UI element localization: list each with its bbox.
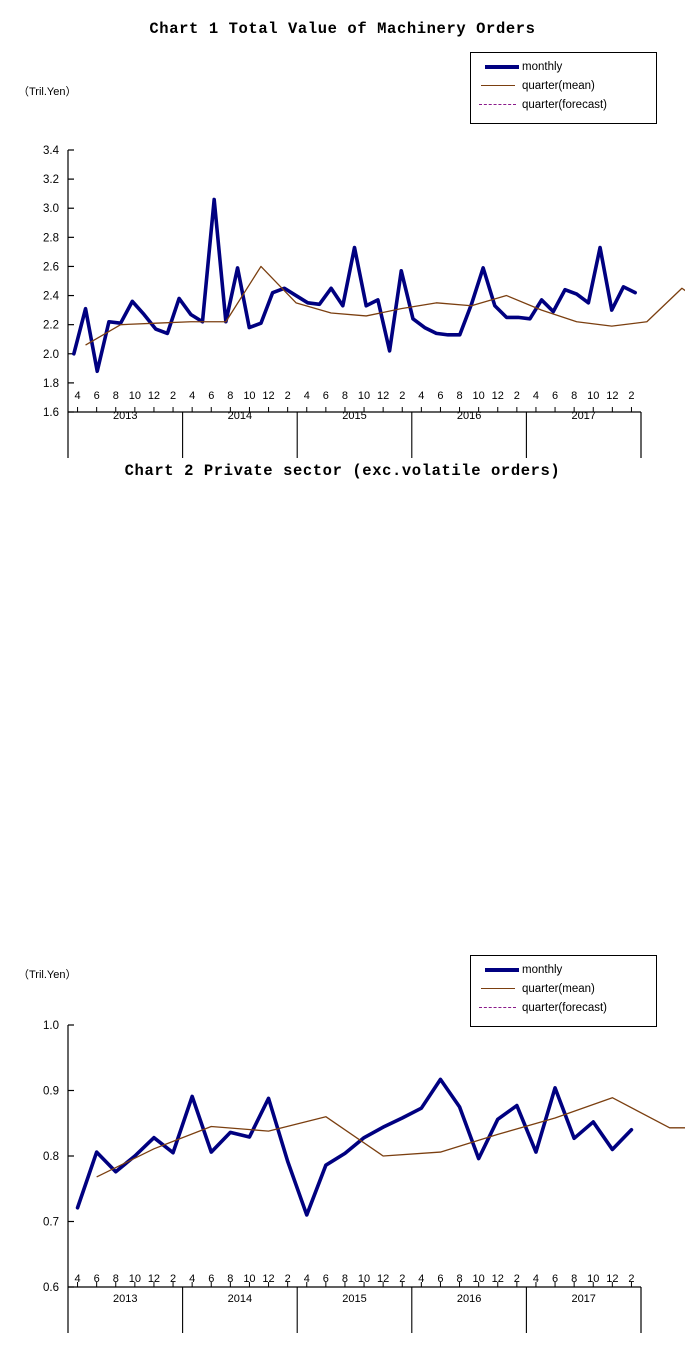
legend-label-monthly: monthly (522, 963, 563, 976)
legend-label-quarter-forecast: quarter(forecast) (522, 98, 608, 111)
y-tick-label: 2.8 (43, 232, 59, 244)
quarter-mean-series-line (96, 1097, 685, 1178)
y-tick-label: 1.0 (43, 1020, 59, 1032)
y-tick-label: 0.9 (43, 1086, 59, 1098)
chart-2-block: Chart 2 Private sector (exc.volatile ord… (0, 450, 685, 1333)
legend-item-monthly: monthly (477, 960, 648, 979)
monthly-series-line (72, 197, 637, 374)
chart-1-title: Chart 1 Total Value of Machinery Orders (149, 20, 536, 38)
monthly-line-swatch-icon (477, 964, 519, 976)
legend-item-quarter-mean: quarter(mean) (477, 979, 648, 998)
y-tick-label: 2.6 (43, 261, 59, 273)
quarter-mean-line-swatch-icon (477, 80, 519, 92)
y-tick-label: 1.6 (43, 407, 59, 419)
legend-label-monthly: monthly (522, 60, 563, 73)
quarter-forecast-line-swatch-icon (477, 99, 519, 111)
y-tick-label: 3.4 (43, 145, 60, 157)
y-tick-label: 0.7 (43, 1217, 59, 1229)
chart-1-y-unit: （Tril.Yen） (18, 86, 77, 98)
legend-item-monthly: monthly (477, 57, 648, 76)
legend-label-quarter-mean: quarter(mean) (522, 79, 595, 92)
legend-label-quarter-mean: quarter(mean) (522, 982, 595, 995)
monthly-series-line (75, 1077, 634, 1217)
chart-2-legend: monthly quarter(mean) quarter(forecast) (470, 955, 657, 1027)
chart-1-block: Chart 1 Total Value of Machinery Orders … (0, 0, 685, 458)
legend-item-quarter-forecast: quarter(forecast) (477, 998, 648, 1017)
y-tick-label: 2.4 (43, 291, 60, 303)
chart-2-x-axis-labels: 4 6 8 10 12 2 4 6 8 10 12 2 4 6 8 10 12 2 4 6 8 10 12 2 4 6 8 10 12 2… (0, 450, 685, 1305)
y-tick-label: 2.0 (43, 349, 59, 361)
y-tick-label: 0.6 (43, 1282, 59, 1294)
chart-1-legend: monthly quarter(mean) quarter(forecast) (470, 52, 657, 124)
y-tick-label: 1.8 (43, 378, 59, 390)
chart-2-svg: 0.6 0.7 0.8 0.9 1.0 (43, 1020, 685, 1333)
y-tick-label: 3.2 (43, 174, 59, 186)
quarter-forecast-line-swatch-icon (477, 1002, 519, 1014)
quarter-mean-line-swatch-icon (477, 983, 519, 995)
monthly-line-swatch-icon (477, 61, 519, 73)
y-tick-label: 0.8 (43, 1151, 59, 1163)
legend-item-quarter-forecast: quarter(forecast) (477, 95, 648, 114)
y-tick-label: 3.0 (43, 203, 59, 215)
y-tick-label: 2.2 (43, 320, 59, 332)
legend-label-quarter-forecast: quarter(forecast) (522, 1001, 608, 1014)
chart-1-svg: 1.6 1.8 2.0 2.2 2.4 2.6 2.8 3.0 3.2 3.4 (43, 145, 685, 458)
chart-2-y-unit: （Tril.Yen） (18, 969, 77, 981)
legend-item-quarter-mean: quarter(mean) (477, 76, 648, 95)
chart-2-title: Chart 2 Private sector (exc.volatile ord… (124, 462, 561, 480)
